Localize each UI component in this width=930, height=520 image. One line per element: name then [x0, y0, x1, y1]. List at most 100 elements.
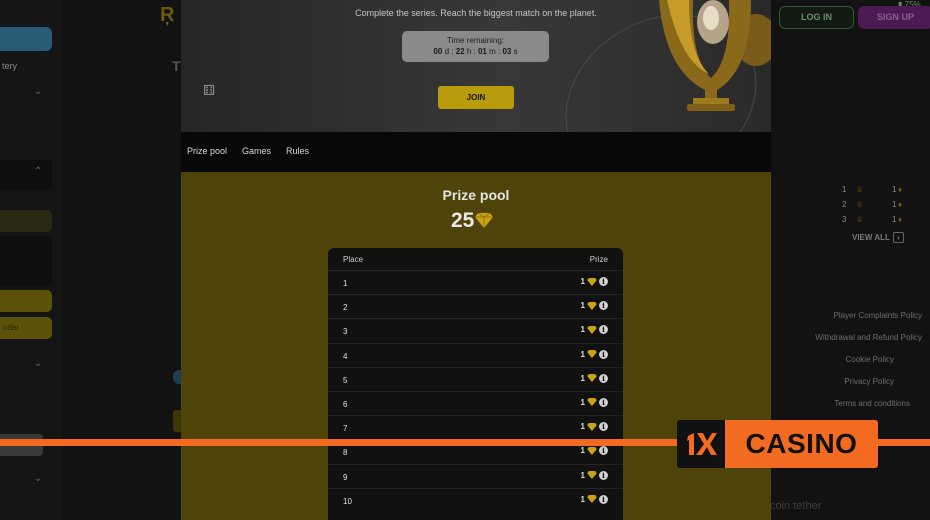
gem-icon: ♦	[898, 200, 903, 209]
sidebar-promo-button[interactable]	[0, 290, 52, 312]
sidebar-item-label[interactable]: tery	[2, 61, 17, 71]
row-place: 4	[343, 351, 348, 361]
gem-icon	[587, 325, 597, 334]
info-icon[interactable]: i	[599, 277, 608, 286]
tab-games[interactable]: Games	[242, 146, 271, 156]
chevron-down-icon[interactable]: ⌄	[34, 86, 42, 97]
sidebar-blue-button[interactable]	[0, 27, 52, 51]
trophy-icon: ♕	[856, 185, 864, 194]
footer-link-terms[interactable]: Terms and conditions	[770, 399, 910, 408]
row-prize-value: 1	[580, 470, 585, 480]
site-logo[interactable]: Ŗ	[160, 4, 174, 27]
gem-icon	[587, 301, 597, 310]
footer-link-withdrawal[interactable]: Withdrawal and Refund Policy	[782, 333, 922, 342]
chevron-up-icon[interactable]: ⌃	[34, 166, 42, 177]
signup-button[interactable]: SIGN UP	[858, 6, 930, 29]
gem-icon: ♦	[898, 185, 903, 194]
brand-wordmark: CASINO	[725, 420, 878, 468]
sidebar-section	[0, 160, 52, 190]
row-prize-value: 1	[580, 349, 585, 359]
row-prize-value: 1	[580, 301, 585, 311]
prize-table-row: 5 1i	[328, 366, 623, 391]
prize-table: Place Prize 11i21i31i41i51i61i71i81i91i1…	[328, 248, 623, 520]
tab-prize-pool[interactable]: Prize pool	[187, 146, 227, 156]
row-prize: 1i	[580, 446, 608, 456]
info-icon[interactable]: i	[599, 397, 608, 407]
row-prize: 1i	[580, 301, 608, 311]
info-icon[interactable]: i	[599, 422, 608, 432]
sidebar-item[interactable]	[0, 210, 52, 232]
chevron-down-icon[interactable]: ⌄	[34, 358, 42, 369]
row-prize: 1i	[581, 422, 608, 432]
trophy-icon: ♕	[856, 215, 864, 224]
prize-table-row: 31i	[328, 318, 623, 342]
info-icon[interactable]: i	[599, 494, 608, 504]
chevron-down-icon[interactable]: ⌄	[34, 473, 42, 484]
row-prize: 1i	[580, 494, 608, 504]
gem-icon	[587, 374, 597, 383]
leaderboard: 1 ♕ 1 ♦ 2 ♕ 1 ♦ 3 ♕ 1 ♦	[776, 185, 916, 230]
sidebar-calendar-button[interactable]: ndar	[0, 317, 52, 339]
prize-table-row: 41i	[328, 342, 623, 367]
row-place: 10	[343, 496, 352, 506]
view-all-link[interactable]: VIEW ALL ›	[852, 232, 904, 243]
modal-tabs: Prize pool Games Rules	[181, 132, 771, 172]
gem-icon	[475, 212, 494, 228]
join-button[interactable]: JOIN	[438, 86, 514, 109]
info-icon[interactable]: i	[599, 325, 608, 335]
timer-label: Time remaining:	[446, 36, 505, 45]
gem-icon	[587, 471, 597, 479]
row-prize-value: 1	[580, 325, 585, 335]
footer-link-complaints[interactable]: Player Complaints Policy	[782, 311, 922, 320]
casino-page: tery ⌄ ⌃ ndar ⌄ ⌄ Ŗ T ▮ 75% LOG IN SIGN …	[0, 0, 930, 520]
row-place: 7	[343, 424, 348, 434]
tab-rules[interactable]: Rules	[286, 146, 309, 156]
row-prize: 1i	[580, 397, 608, 407]
prize-table-row: 10 1 i	[328, 487, 623, 512]
page-title-fragment: T	[172, 58, 181, 74]
footer-link-cookie[interactable]: Cookie Policy	[754, 355, 894, 364]
info-icon[interactable]: i	[599, 373, 608, 383]
info-icon[interactable]: i	[599, 301, 608, 311]
login-button[interactable]: LOG IN	[779, 6, 854, 29]
row-prize-value: 1	[580, 277, 585, 286]
prize-pool-value: 25	[451, 209, 494, 233]
row-place: 8	[343, 448, 348, 458]
brand-logo-icon	[687, 433, 717, 455]
row-place: 9	[343, 472, 348, 482]
info-icon[interactable]: i	[599, 446, 608, 456]
gem-icon	[587, 446, 597, 455]
prize-table-row: 11i	[328, 270, 623, 294]
header-place: Place	[343, 255, 364, 264]
row-prize-value: 1	[580, 397, 585, 407]
header-prize: Prize	[589, 255, 608, 264]
prize-table-row: 21i	[328, 294, 623, 318]
row-place: 6	[343, 399, 348, 409]
payment-logos: coin tether	[770, 500, 822, 512]
timer-value: 00 d : 22 h : 01 m : 03 s	[433, 47, 518, 56]
info-icon[interactable]: i	[599, 349, 608, 359]
row-prize: 1i	[581, 373, 608, 383]
prize-table-row: 7 1i	[328, 415, 623, 439]
brand-watermark: CASINO	[677, 420, 878, 468]
leaderboard-row: 3 ♕ 1 ♦	[842, 215, 903, 224]
row-prize: 1i	[580, 349, 608, 359]
countdown-timer: Time remaining: 00 d : 22 h : 01 m : 03 …	[402, 31, 549, 62]
row-place: 5	[343, 375, 348, 385]
trophy-icon	[659, 0, 771, 111]
gem-icon: ♦	[898, 215, 903, 224]
row-place: 2	[343, 303, 348, 313]
prize-table-header: Place Prize	[328, 248, 623, 270]
info-icon[interactable]: i	[599, 470, 608, 480]
row-prize-value: 1	[580, 494, 585, 504]
row-prize: 1i	[580, 470, 608, 480]
gem-icon	[587, 277, 597, 286]
leaderboard-row: 1 ♕ 1 ♦	[842, 185, 903, 194]
dice-icon: ⚅	[203, 82, 216, 98]
gem-icon	[587, 422, 597, 431]
background-yellow-button[interactable]	[173, 410, 181, 432]
tournament-banner: ⚅ Complete the series. Reach the biggest…	[181, 0, 771, 132]
footer-link-privacy[interactable]: Privacy Policy	[754, 377, 894, 386]
row-prize-value: 1	[580, 446, 585, 456]
sidebar-section	[0, 236, 52, 286]
